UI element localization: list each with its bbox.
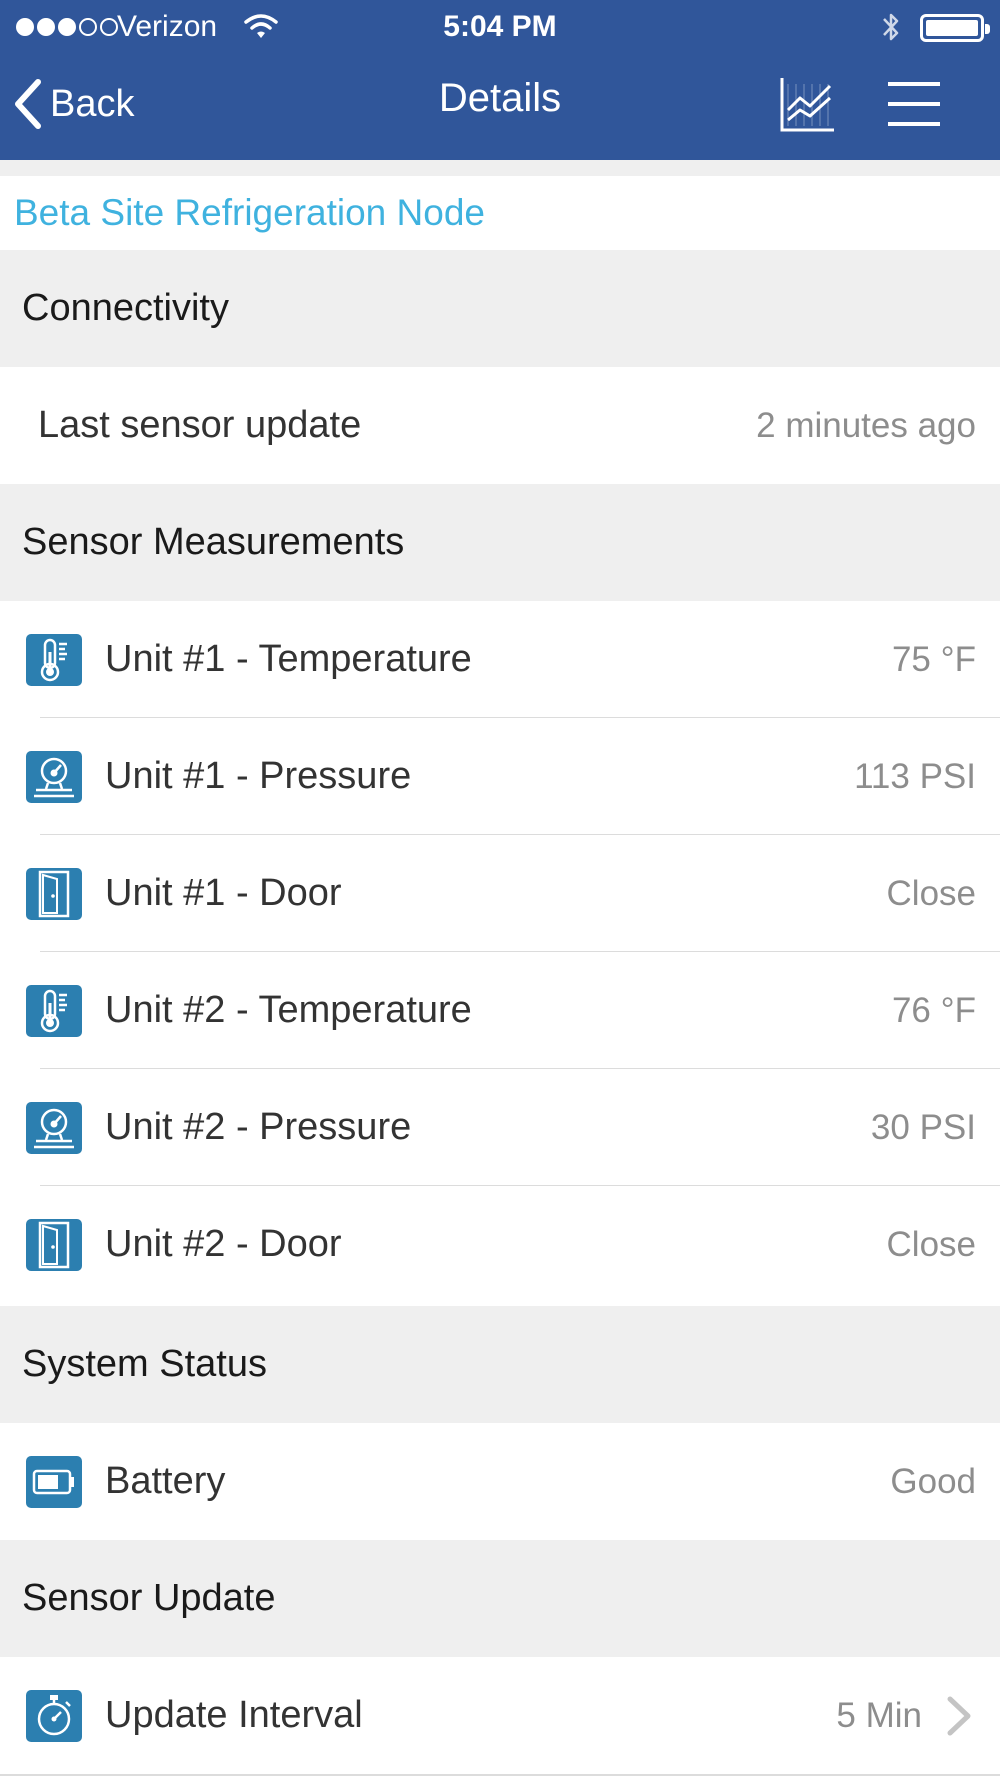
status-bar: Verizon 5:04 PM [0,0,1000,54]
row-value: 76 °F [891,991,976,1030]
row-label: Update Interval [105,1694,363,1736]
row-update-interval[interactable]: Update Interval 5 Min [0,1657,1000,1774]
pressure-gauge-icon [26,1102,82,1154]
row-label: Unit #1 - Pressure [105,755,412,797]
pressure-gauge-icon [26,751,82,803]
row-last-sensor-update[interactable]: Last sensor update 2 minutes ago [0,367,1000,484]
row-unit1-door[interactable]: Unit #1 - Door Close [0,835,1000,952]
row-value: Close [886,874,976,913]
row-value: Good [890,1462,976,1501]
section-header-system-status: System Status [0,1306,1000,1423]
section-title: Sensor Update [22,1577,276,1619]
row-divider [0,1774,1000,1776]
battery-fill [926,20,978,36]
bluetooth-icon [883,13,899,41]
status-time: 5:04 PM [443,10,557,43]
section-header-sensor-measurements: Sensor Measurements [0,484,1000,601]
section-header-sensor-update: Sensor Update [0,1540,1000,1657]
door-icon [26,1219,82,1271]
chevron-left-icon [15,79,41,129]
header-separator [0,160,1000,176]
row-value: 5 Min [836,1696,922,1735]
row-label: Unit #1 - Door [105,872,342,914]
thermometer-icon [26,985,82,1037]
row-label: Last sensor update [38,404,362,446]
row-value: 75 °F [891,640,976,679]
battery-icon [26,1456,82,1508]
row-value: 113 PSI [854,757,976,796]
door-icon [26,868,82,920]
row-label: Unit #2 - Temperature [105,989,472,1031]
section-title: System Status [22,1343,267,1385]
row-unit2-temperature[interactable]: Unit #2 - Temperature 76 °F [0,952,1000,1069]
battery-nub [985,24,990,34]
stopwatch-icon [26,1690,82,1742]
section-title: Sensor Measurements [22,521,405,563]
line-chart-icon[interactable] [778,74,838,134]
site-name-link[interactable]: Beta Site Refrigeration Node [14,176,994,250]
row-unit1-pressure[interactable]: Unit #1 - Pressure 113 PSI [0,718,1000,835]
status-battery-icon [920,14,990,42]
row-label: Unit #1 - Temperature [105,638,472,680]
hamburger-menu-icon[interactable] [886,76,942,132]
thermometer-icon [26,634,82,686]
row-unit1-temperature[interactable]: Unit #1 - Temperature 75 °F [0,601,1000,718]
row-label: Unit #2 - Pressure [105,1106,412,1148]
back-button[interactable]: Back [12,74,134,134]
section-header-connectivity: Connectivity [0,250,1000,367]
top-bar: Verizon 5:04 PM Back Details [0,0,1000,160]
navigation-bar: Back Details [0,54,1000,160]
row-value: 30 PSI [870,1108,976,1147]
row-value: 2 minutes ago [756,406,976,445]
row-label: Battery [105,1460,226,1502]
section-title: Connectivity [22,287,229,329]
row-unit2-door[interactable]: Unit #2 - Door Close [0,1186,1000,1303]
row-battery[interactable]: Battery Good [0,1423,1000,1540]
page-title: Details [438,76,562,120]
back-label: Back [50,82,135,125]
chevron-right-icon [947,1696,971,1736]
row-value: Close [886,1225,976,1264]
row-unit2-pressure[interactable]: Unit #2 - Pressure 30 PSI [0,1069,1000,1186]
row-label: Unit #2 - Door [105,1223,342,1265]
